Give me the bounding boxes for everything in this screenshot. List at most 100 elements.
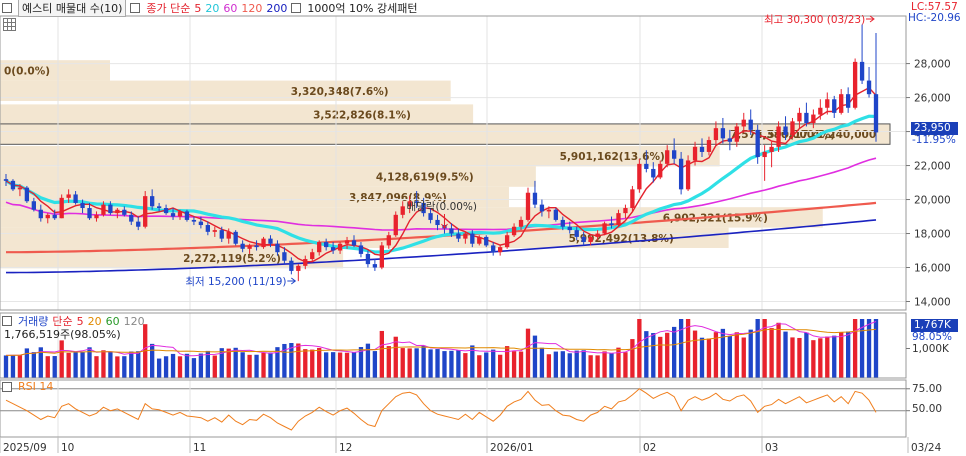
volume-bar — [539, 347, 545, 378]
volume-bar — [330, 352, 336, 378]
volume-bar — [400, 348, 405, 378]
candle-body — [310, 252, 315, 260]
volume-bar — [184, 353, 190, 378]
volume-bar — [24, 348, 30, 378]
volume-checkbox[interactable] — [2, 316, 12, 326]
volume-bar — [303, 349, 308, 378]
candle-body — [818, 107, 823, 115]
candle-body — [609, 223, 614, 226]
legend-checkbox[interactable] — [2, 3, 12, 13]
candle-body — [658, 163, 663, 178]
volume-bar — [282, 343, 287, 378]
candle-body — [10, 180, 16, 190]
volume-bar — [94, 356, 99, 378]
volume-bar — [651, 333, 656, 378]
volume-bar — [873, 319, 879, 378]
volume-bar — [365, 343, 371, 378]
candle-body — [156, 206, 162, 209]
chart-canvas[interactable]: 0(0.0%)3,320,348(7.6%)3,522,826(8.1%)7,5… — [0, 0, 966, 456]
price-tick-label: 26,000 — [914, 93, 951, 105]
candle-body — [108, 204, 113, 214]
candle-body — [317, 242, 322, 253]
volume-bar — [797, 337, 802, 378]
candle-body — [324, 242, 329, 248]
volume-ma-120: 120 — [123, 314, 145, 328]
volume-bar — [421, 345, 426, 378]
candle-body — [678, 158, 684, 190]
volume-bar — [240, 352, 245, 378]
volume-bar — [31, 352, 36, 378]
ma-20-label: 20 — [205, 1, 220, 15]
candle-body — [644, 163, 649, 169]
candle-body — [150, 196, 155, 207]
ma-120-label: 120 — [241, 1, 263, 15]
volume-bar — [491, 349, 496, 378]
price-tick-label: 18,000 — [914, 229, 951, 241]
stock-chart-window: 0(0.0%) 3,320,348(7.6%) 3,522,826(8.1%) 7,5… — [0, 0, 966, 456]
candle-body — [170, 213, 176, 217]
candle-body — [94, 214, 99, 219]
candle-body — [386, 235, 391, 246]
candle-body — [337, 243, 343, 251]
dividend-annotation: 배당락(0.00%) — [406, 201, 477, 213]
volume-bar — [212, 355, 217, 378]
candle-body — [254, 245, 259, 248]
candle-body — [240, 243, 245, 249]
candle-body — [115, 209, 120, 214]
ma-5-label: 5 — [194, 1, 202, 15]
volume-bar — [658, 336, 663, 378]
candle-body — [87, 208, 92, 219]
volume-bar — [177, 356, 183, 378]
candle-body — [616, 213, 621, 226]
volume-bar — [317, 347, 322, 378]
volume-bar — [108, 351, 113, 378]
candle-body — [484, 236, 489, 246]
grid-toggle-icon[interactable] — [3, 18, 16, 31]
volume-bar — [428, 349, 433, 378]
candle-body — [122, 209, 127, 215]
volume-bar — [233, 347, 238, 378]
candle-body — [866, 80, 872, 95]
volume-bar — [699, 337, 705, 378]
candle-body — [184, 211, 190, 220]
candle-body — [330, 247, 336, 251]
volume-bar — [254, 354, 259, 378]
volume-bar — [692, 330, 698, 378]
volume-bar — [73, 352, 78, 378]
volume-bar — [456, 350, 461, 378]
volume-profile-title[interactable]: 예스티 매물대 수(10) — [18, 0, 127, 17]
candle-body — [804, 112, 809, 124]
candle-body — [198, 221, 204, 226]
volume-bar — [101, 350, 106, 378]
candle-body — [553, 209, 558, 220]
high-annotation: 최고 30,300 (03/23) — [764, 14, 865, 26]
ma-prefix: 종가 단순 — [146, 2, 191, 15]
volume-bar — [52, 356, 57, 378]
ma-checkbox[interactable] — [130, 3, 141, 13]
candle-body — [734, 126, 739, 142]
candle-body — [470, 233, 475, 244]
volume-bar — [678, 319, 684, 378]
volume-bar — [156, 358, 162, 378]
volume-bar — [498, 354, 503, 378]
candle-body — [59, 197, 64, 219]
candle-body — [296, 265, 301, 271]
hc-label: HC:-20.96 — [908, 12, 961, 24]
rsi-layer — [5, 388, 877, 431]
candle-body — [769, 146, 774, 152]
candle-body — [637, 163, 642, 190]
candle-body — [832, 99, 837, 113]
candle-body — [289, 260, 294, 271]
volume-bar — [449, 350, 454, 378]
pattern-checkbox[interactable] — [291, 3, 302, 13]
candle-body — [525, 192, 531, 220]
candle-body — [672, 150, 677, 159]
candle-body — [101, 204, 106, 215]
candle-body — [212, 230, 217, 232]
volume-bar — [546, 354, 552, 378]
rsi-label: RSI 14 — [18, 380, 54, 393]
rsi-checkbox[interactable] — [2, 381, 12, 392]
volume-profile-label: 2,272,119(5.2%) — [183, 253, 281, 265]
volume-bar — [602, 351, 607, 378]
rsi-tick-50: 50.00 — [912, 403, 943, 415]
